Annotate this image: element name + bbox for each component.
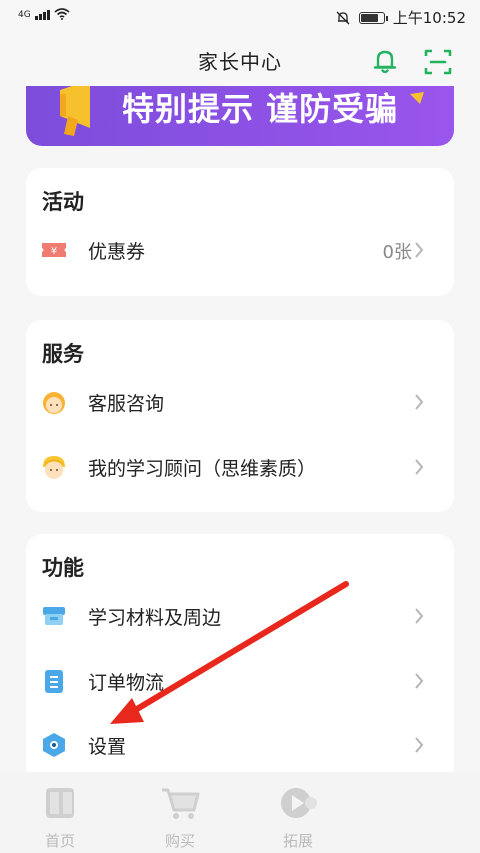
advisor-label: 我的学习顾问（思维素质） [88, 458, 317, 480]
customer-service-row[interactable]: 客服咨询 [26, 376, 454, 428]
status-bar: 4G 上午10:52 [0, 0, 480, 34]
banner-flag-icon [410, 92, 424, 104]
customer-service-avatar-icon [43, 392, 65, 414]
section-title-service: 服务 [42, 342, 84, 366]
battery-icon [358, 11, 388, 24]
chevron-right-icon [415, 608, 424, 624]
service-card: 服务 客服咨询 我的学习顾问（思维素质） [26, 320, 454, 512]
materials-label: 学习材料及周边 [88, 607, 222, 629]
megaphone-icon [60, 86, 90, 136]
bottom-tab-bar: 首页 购买 拓展 [0, 772, 480, 853]
coupon-icon: ¥ [42, 243, 66, 257]
coupon-label: 优惠券 [88, 241, 146, 263]
settings-row[interactable]: 设置 [26, 719, 454, 771]
section-title-features: 功能 [42, 556, 84, 580]
chevron-right-icon [415, 242, 424, 258]
coupon-row[interactable]: ¥ 优惠券 0张 [26, 224, 454, 276]
tab-home-label: 首页 [44, 832, 75, 850]
settings-label: 设置 [88, 736, 127, 758]
tab-expand[interactable]: 拓展 [258, 786, 338, 851]
settings-hexagon-icon [43, 733, 65, 757]
shopping-cart-icon [162, 788, 200, 819]
chevron-right-icon [415, 673, 424, 689]
anti-fraud-banner[interactable]: 特别提示 谨防受骗 [26, 86, 454, 146]
tab-home[interactable]: 首页 [20, 786, 100, 851]
page-title: 家长中心 [198, 50, 282, 74]
svg-text:¥: ¥ [51, 246, 57, 257]
tab-buy[interactable]: 购买 [140, 786, 220, 851]
home-book-icon [46, 788, 74, 818]
advisor-row[interactable]: 我的学习顾问（思维素质） [26, 441, 454, 493]
tab-buy-label: 购买 [164, 832, 195, 850]
tab-expand-label: 拓展 [282, 832, 313, 850]
play-icon [281, 788, 317, 818]
order-logistics-row[interactable]: 订单物流 [26, 655, 454, 707]
scan-icon[interactable] [423, 47, 453, 77]
materials-row[interactable]: 学习材料及周边 [26, 590, 454, 642]
banner-text: 特别提示 谨防受骗 [122, 90, 399, 128]
coupon-count: 0张 [382, 242, 412, 263]
customer-service-label: 客服咨询 [88, 393, 165, 415]
bell-icon[interactable] [370, 46, 400, 76]
advisor-avatar-icon [43, 456, 65, 479]
order-logistics-label: 订单物流 [88, 672, 165, 694]
features-card: 功能 学习材料及周边 订单物流 设置 [26, 534, 454, 782]
signal-icon [34, 10, 50, 20]
section-title-activity: 活动 [42, 190, 84, 214]
chevron-right-icon [415, 459, 424, 475]
status-left: 4G [18, 8, 70, 20]
chevron-right-icon [415, 394, 424, 410]
activity-card: 活动 ¥ 优惠券 0张 [26, 168, 454, 296]
chevron-right-icon [415, 737, 424, 753]
clipboard-icon [45, 670, 63, 693]
page-header: 家长中心 [0, 34, 480, 86]
network-type: 4G [18, 10, 31, 20]
wifi-icon [54, 8, 70, 20]
mute-bell-icon [336, 11, 350, 24]
status-time: 上午10:52 [392, 9, 466, 27]
status-right: 上午10:52 [335, 7, 466, 28]
store-icon [43, 607, 65, 625]
